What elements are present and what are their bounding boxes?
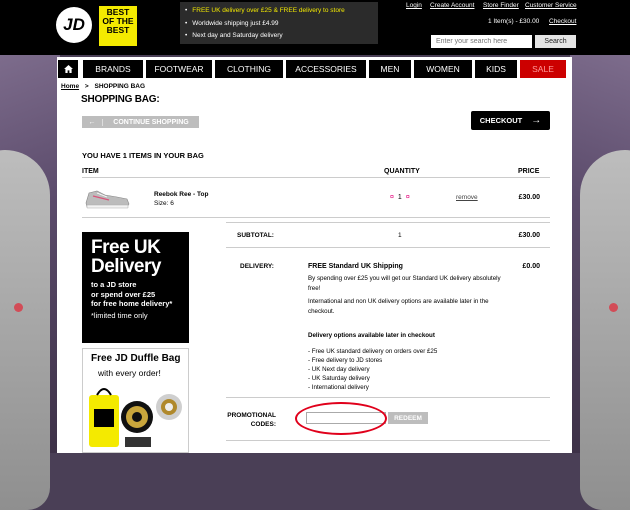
list-item: - UK Saturday delivery [308,375,370,382]
promo-line: • FREE UK delivery over £25 & FREE delive… [185,7,345,14]
continue-shopping-label: CONTINUE SHOPPING [113,118,189,126]
customer-service-link[interactable]: Customer Service [525,2,577,9]
divider [226,247,550,248]
quantity-value: 1 [397,194,402,201]
arrow-right-icon: → [531,115,542,126]
product-thumbnail[interactable] [83,185,131,210]
store-finder-link[interactable]: Store Finder [483,2,519,9]
checkout-label: CHECKOUT [479,116,523,125]
subtotal-quantity: 1 [398,232,402,239]
subtotal-label: SUBTOTAL: [237,232,274,239]
breadcrumb-current: SHOPPING BAG [94,83,146,90]
home-icon [63,65,73,73]
checkout-button[interactable]: CHECKOUT → [471,111,550,130]
redeem-button[interactable]: REDEEM [388,412,428,424]
page-title: SHOPPING BAG: [81,94,160,105]
quantity-decrease-button[interactable]: ¤ [390,194,394,201]
jd-logo[interactable]: JD [56,7,92,43]
quantity-increase-button[interactable]: ¤ [406,194,410,201]
promo-code-label: PROMOTIONAL CODES: [227,412,276,428]
nav-item-men[interactable]: MEN [369,60,411,78]
sneaker-image-right [580,150,630,510]
divider [82,177,550,178]
login-link[interactable]: Login [406,2,422,9]
divider [226,440,550,441]
best-of-the-best-badge: BEST OF THE BEST [99,6,137,46]
main-nav: BRANDS FOOTWEAR CLOTHING ACCESSORIES MEN… [57,60,572,78]
nav-item-accessories[interactable]: ACCESSORIES [286,60,366,78]
duffle-bag-image [89,388,182,447]
subtotal-value: £30.00 [518,232,540,239]
divider [226,222,550,223]
promo-line: • Worldwide shipping just £4.99 [185,20,279,27]
divider [226,397,550,398]
delivery-value: £0.00 [522,263,540,270]
list-item: - International delivery [308,384,369,391]
continue-shopping-button[interactable]: ← CONTINUE SHOPPING [82,116,199,128]
nav-item-footwear[interactable]: FOOTWEAR [146,60,212,78]
delivery-international-note: International and non UK delivery option… [308,298,489,315]
site-header: JD BEST OF THE BEST • FREE UK delivery ov… [0,0,630,55]
search-button[interactable]: Search [535,35,576,48]
sneaker-detail [14,303,23,312]
column-header-quantity: QUANTITY [384,168,420,175]
nav-item-clothing[interactable]: CLOTHING [215,60,283,78]
list-item: - Free UK standard delivery on orders ov… [308,348,438,355]
nav-item-women[interactable]: WOMEN [414,60,472,78]
background-left [0,55,60,510]
later-options-title: Delivery options available later in chec… [308,332,435,339]
highlight-annotation [295,402,387,435]
arrow-left-icon: ← [82,118,103,126]
header-checkout-link[interactable]: Checkout [549,18,576,25]
promo-line: • Next day and Saturday delivery [185,32,283,39]
list-item: - Free delivery to JD stores [308,357,383,364]
list-item: - UK Next day delivery [308,366,370,373]
free-delivery-banner[interactable]: Free UK Delivery to a JD store or spend … [82,232,189,343]
search-input[interactable] [431,35,532,48]
column-header-price: PRICE [518,168,540,175]
delivery-description: By spending over £25 you will get our St… [308,275,501,292]
nav-home[interactable] [58,60,78,78]
breadcrumb: Home > SHOPPING BAG [61,83,145,90]
product-name[interactable]: Reebok Ree - Top [154,191,208,198]
delivery-label: DELIVERY: [240,263,274,270]
delivery-title: FREE Standard UK Shipping [308,263,403,270]
nav-item-kids[interactable]: KIDS [475,60,517,78]
duffle-bag-banner[interactable]: Free JD Duffle Bag with every order! [82,348,189,453]
product-size: Size: 6 [154,200,174,207]
main-panel: BRANDS FOOTWEAR CLOTHING ACCESSORIES MEN… [57,57,572,453]
background-right [570,55,630,510]
quantity-stepper: ¤ 1 ¤ [390,194,410,201]
item-price: £30.00 [518,194,540,201]
items-count-text: YOU HAVE 1 ITEMS IN YOUR BAG [82,151,204,160]
nav-item-sale[interactable]: SALE [520,60,566,78]
delivery-promo-box: • FREE UK delivery over £25 & FREE delive… [180,2,378,44]
column-header-item: ITEM [82,168,99,175]
mini-bag-summary[interactable]: 1 Item(s) - £30.00 [488,18,539,25]
delivery-options-list: - Free UK standard delivery on orders ov… [308,347,437,392]
sneaker-image-left [0,150,50,510]
nav-item-brands[interactable]: BRANDS [83,60,143,78]
breadcrumb-home[interactable]: Home [61,83,79,90]
remove-item-link[interactable]: remove [456,194,478,201]
breadcrumb-separator: > [84,83,89,90]
sneaker-detail [609,303,618,312]
divider [82,217,550,218]
create-account-link[interactable]: Create Account [430,2,474,9]
